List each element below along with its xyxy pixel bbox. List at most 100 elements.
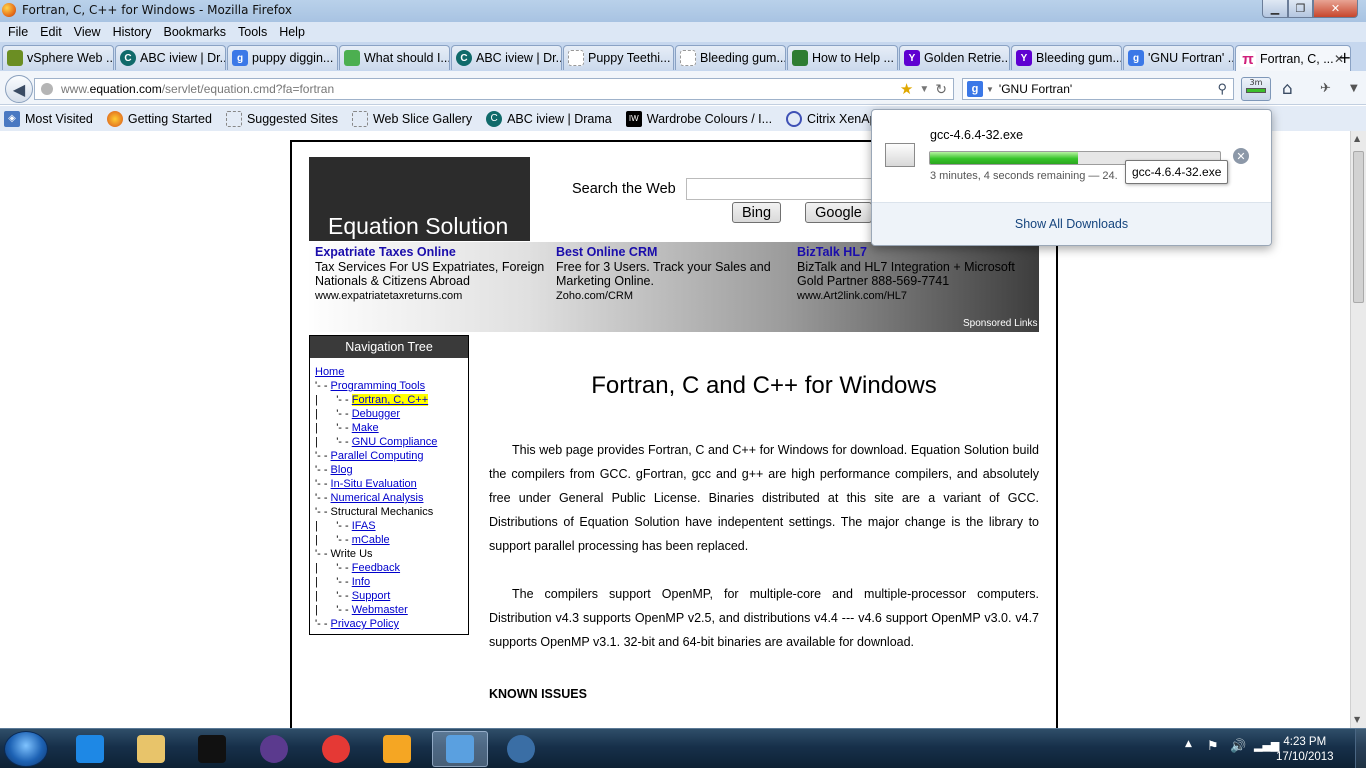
nav-tree-link[interactable]: Feedback xyxy=(352,562,400,574)
nav-tree-link[interactable]: Home xyxy=(315,366,344,378)
nav-tree-link[interactable]: GNU Compliance xyxy=(352,436,438,448)
system-clock[interactable]: 4:23 PM 17/10/2013 xyxy=(1276,735,1334,765)
bookmark-label: Getting Started xyxy=(127,111,212,126)
scroll-down-icon[interactable]: ▼ xyxy=(1354,715,1360,724)
tab-1[interactable]: vSphere Web ... xyxy=(2,45,114,70)
bing-button[interactable]: Bing xyxy=(732,202,781,223)
bookmark-item[interactable]: Web Slice Gallery xyxy=(351,110,472,127)
nav-tree-link[interactable]: Debugger xyxy=(352,408,400,420)
bookmark-item[interactable]: C ABC iview | Drama xyxy=(486,110,612,127)
ad-url[interactable]: www.Art2link.com/HL7 xyxy=(797,290,1027,302)
nav-tree-link[interactable]: mCable xyxy=(352,534,390,546)
home-icon[interactable]: ⌂ xyxy=(1282,79,1293,99)
downloads-button[interactable]: 3m xyxy=(1241,77,1271,101)
google-search-engine-icon[interactable]: g xyxy=(967,81,983,97)
tab-10[interactable]: Y Bleeding gum... xyxy=(1011,45,1122,70)
bookmark-item[interactable]: IW Wardrobe Colours / I... xyxy=(625,110,772,127)
maximize-button[interactable]: ❐ xyxy=(1288,0,1313,18)
scrollbar-thumb[interactable] xyxy=(1353,151,1364,303)
show-all-downloads-footer[interactable]: Show All Downloads xyxy=(872,203,1271,245)
url-history-dropdown-icon[interactable]: ▼ xyxy=(919,84,929,95)
menu-view[interactable]: View xyxy=(68,25,107,39)
page-title: Fortran, C and C++ for Windows xyxy=(591,372,937,399)
back-button[interactable]: ◀ xyxy=(5,75,33,103)
site-identity-icon[interactable] xyxy=(41,83,53,95)
bookmark-item[interactable]: ◈ Most Visited xyxy=(4,110,93,127)
menu-help[interactable]: Help xyxy=(273,25,311,39)
tab-4[interactable]: What should I... xyxy=(339,45,450,70)
taskbar-app[interactable] xyxy=(62,731,118,767)
taskbar-app[interactable] xyxy=(308,731,364,767)
reload-icon[interactable]: ↻ xyxy=(935,81,947,98)
taskbar-app[interactable] xyxy=(369,731,425,767)
volume-icon[interactable]: 🔊 xyxy=(1230,739,1246,754)
minimize-button[interactable]: ▁ xyxy=(1262,0,1288,18)
tab-3[interactable]: g puppy diggin... xyxy=(227,45,338,70)
bookmark-item[interactable]: Suggested Sites xyxy=(225,110,338,127)
nav-tree-link[interactable]: Info xyxy=(352,576,370,588)
tab-2[interactable]: C ABC iview | Dr... xyxy=(115,45,226,70)
show-desktop-button[interactable] xyxy=(1355,729,1366,768)
bookmark-star-icon[interactable]: ★ xyxy=(900,80,913,98)
taskbar-app[interactable] xyxy=(246,731,302,767)
nav-tree-link[interactable]: Make xyxy=(352,422,379,434)
tab-9[interactable]: Y Golden Retrie... xyxy=(899,45,1010,70)
taskbar-app[interactable] xyxy=(493,731,549,767)
tab-12[interactable]: π Fortran, C, ... ✕ xyxy=(1235,45,1351,72)
vertical-scrollbar[interactable]: ▲ ▼ xyxy=(1350,131,1366,728)
tab-5[interactable]: C ABC iview | Dr... xyxy=(451,45,562,70)
nav-tree-link[interactable]: Blog xyxy=(331,464,353,476)
window-title-bar[interactable]: Fortran, C, C++ for Windows - Mozilla Fi… xyxy=(0,0,1366,22)
scroll-up-icon[interactable]: ▲ xyxy=(1354,134,1360,143)
ad-url[interactable]: Zoho.com/CRM xyxy=(556,290,786,302)
nav-tree-link[interactable]: Programming Tools xyxy=(331,380,426,392)
address-bar[interactable]: www. equation.com/servlet/equation.cmd?fa… xyxy=(34,78,954,100)
toolbar-overflow-icon[interactable]: ▼ xyxy=(1350,83,1358,94)
yahoo-icon: Y xyxy=(1016,50,1032,66)
taskbar-app[interactable] xyxy=(432,731,488,767)
nav-tree-link[interactable]: Privacy Policy xyxy=(331,618,399,630)
menu-bookmarks[interactable]: Bookmarks xyxy=(157,25,232,39)
new-tab-icon[interactable]: + xyxy=(1338,48,1351,67)
taskbar-app[interactable] xyxy=(184,731,240,767)
addon-icon[interactable]: ✈ xyxy=(1320,81,1331,96)
search-bar[interactable]: g ▼ 'GNU Fortran' ⚲ xyxy=(962,78,1234,100)
tray-expand-icon[interactable]: ▲ xyxy=(1185,739,1192,749)
nav-tree-link[interactable]: Parallel Computing xyxy=(331,450,424,462)
nav-tree-link[interactable]: Webmaster xyxy=(352,604,408,616)
nav-tree-link[interactable]: IFAS xyxy=(352,520,376,532)
ad-item[interactable]: Expatriate Taxes Online Tax Services For… xyxy=(315,245,545,302)
nav-tree-branch: | '- - xyxy=(315,590,352,602)
nav-tree-link[interactable]: Support xyxy=(352,590,391,602)
tab-6[interactable]: Puppy Teethi... xyxy=(563,45,674,70)
site-logo[interactable]: Equation Solution xyxy=(309,157,530,241)
tab-8[interactable]: How to Help ... xyxy=(787,45,898,70)
menu-history[interactable]: History xyxy=(107,25,158,39)
menu-edit[interactable]: Edit xyxy=(34,25,68,39)
ad-title[interactable]: Best Online CRM xyxy=(556,245,786,259)
cancel-download-icon[interactable]: ✕ xyxy=(1233,148,1249,164)
taskbar-app[interactable] xyxy=(123,731,179,767)
ad-url[interactable]: www.expatriatetaxreturns.com xyxy=(315,290,545,302)
bookmark-item[interactable]: Getting Started xyxy=(106,110,212,127)
tab-7[interactable]: Bleeding gum... xyxy=(675,45,786,70)
web-search-input[interactable] xyxy=(686,178,876,200)
ad-item[interactable]: Best Online CRM Free for 3 Users. Track … xyxy=(556,245,786,302)
nav-tree-link[interactable]: Numerical Analysis xyxy=(331,492,424,504)
ad-item[interactable]: BizTalk HL7 BizTalk and HL7 Integration … xyxy=(797,245,1027,302)
ad-title[interactable]: BizTalk HL7 xyxy=(797,245,1027,259)
search-input[interactable]: 'GNU Fortran' xyxy=(999,82,1072,96)
nav-tree-link[interactable]: In-Situ Evaluation xyxy=(331,478,417,490)
menu-tools[interactable]: Tools xyxy=(232,25,273,39)
google-button[interactable]: Google xyxy=(805,202,872,223)
tab-11[interactable]: g 'GNU Fortran' ... xyxy=(1123,45,1234,70)
menu-file[interactable]: File xyxy=(2,25,34,39)
start-button[interactable] xyxy=(4,731,48,767)
engine-dropdown-icon[interactable]: ▼ xyxy=(986,85,994,94)
close-window-button[interactable]: ✕ xyxy=(1313,0,1358,18)
show-all-downloads-link[interactable]: Show All Downloads xyxy=(1015,217,1128,231)
search-go-icon[interactable]: ⚲ xyxy=(1217,81,1227,97)
ad-title[interactable]: Expatriate Taxes Online xyxy=(315,245,545,259)
nav-tree-link[interactable]: Fortran, C, C++ xyxy=(351,394,429,406)
action-center-flag-icon[interactable]: ⚑ xyxy=(1207,739,1219,754)
